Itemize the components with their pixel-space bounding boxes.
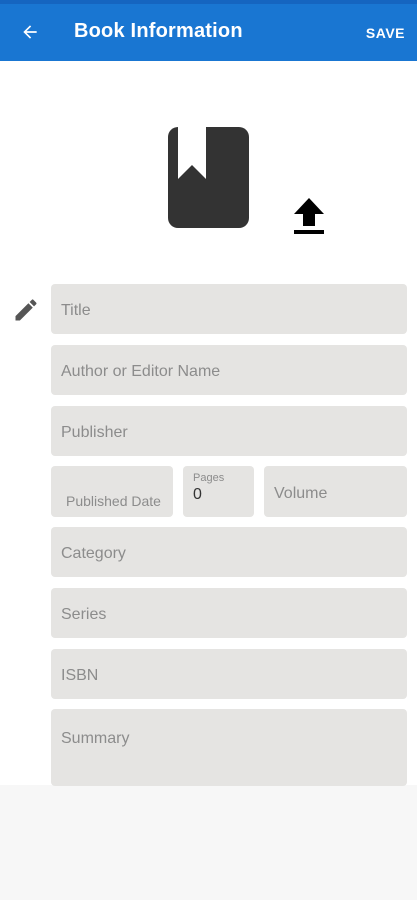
pencil-icon (12, 296, 40, 324)
save-button[interactable]: SAVE (366, 25, 405, 41)
app-bar: Book Information SAVE (0, 0, 417, 61)
summary-placeholder: Summary (61, 730, 130, 747)
page-title: Book Information (74, 20, 243, 42)
series-field[interactable]: Series (51, 588, 407, 638)
publisher-placeholder: Publisher (61, 424, 128, 441)
book-cover[interactable] (168, 127, 249, 228)
category-field[interactable]: Category (51, 527, 407, 577)
summary-field[interactable]: Summary (51, 709, 407, 786)
category-placeholder: Category (61, 545, 126, 562)
title-placeholder: Title (61, 302, 91, 319)
author-field[interactable]: Author or Editor Name (51, 345, 407, 395)
isbn-field[interactable]: ISBN (51, 649, 407, 699)
pages-value: 0 (193, 486, 202, 503)
publisher-field[interactable]: Publisher (51, 406, 407, 456)
pages-label: Pages (193, 472, 225, 484)
isbn-placeholder: ISBN (61, 667, 99, 684)
upload-cover-button[interactable] (290, 196, 328, 238)
back-button[interactable] (14, 16, 46, 48)
volume-field[interactable]: Volume (264, 466, 407, 517)
arrow-left-icon (23, 25, 37, 39)
title-field[interactable]: Title (51, 284, 407, 334)
volume-placeholder: Volume (274, 485, 328, 502)
author-placeholder: Author or Editor Name (61, 363, 221, 380)
pages-field[interactable]: Pages 0 (183, 466, 254, 517)
series-placeholder: Series (61, 606, 107, 623)
book-bookmark-icon (178, 127, 206, 179)
upload-icon (294, 198, 324, 234)
published-date-placeholder: Published Date (66, 493, 161, 509)
published-date-field[interactable]: Published Date (51, 466, 173, 517)
